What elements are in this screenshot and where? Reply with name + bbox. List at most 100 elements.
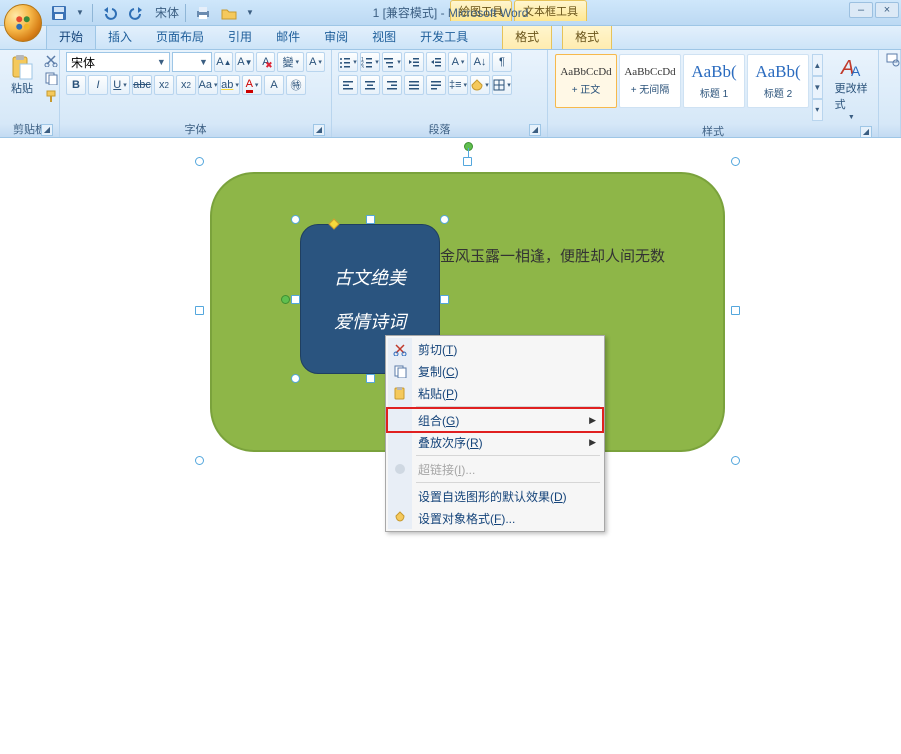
undo-icon[interactable] bbox=[99, 3, 121, 23]
font-size-combo[interactable]: ▼ bbox=[172, 52, 212, 72]
title-bar: ▼ 宋体 ▼ 绘图工具 文本框工具 1 [兼容模式] - Microsoft W… bbox=[0, 0, 901, 26]
resize-handle[interactable] bbox=[291, 215, 300, 224]
enclose-char-button[interactable]: ㊕ bbox=[286, 75, 306, 95]
style-gallery[interactable]: AaBbCcDd+ 正文AaBbCcDd+ 无间隔AaBb(标题 1AaBb(标… bbox=[554, 52, 810, 123]
tab-review[interactable]: 审阅 bbox=[312, 24, 360, 49]
line-spacing-button[interactable]: ‡≡ bbox=[448, 75, 468, 95]
styles-launcher[interactable]: ◢ bbox=[860, 126, 872, 138]
save-icon[interactable] bbox=[48, 3, 70, 23]
distribute-button[interactable] bbox=[426, 75, 446, 95]
ctx-format-object[interactable]: 设置对象格式(F)... bbox=[388, 507, 602, 529]
resize-handle-e[interactable] bbox=[731, 306, 740, 315]
style-scroll-up[interactable]: ▲ bbox=[812, 54, 823, 76]
align-center-button[interactable] bbox=[360, 75, 380, 95]
borders-button[interactable] bbox=[492, 75, 512, 95]
tab-insert[interactable]: 插入 bbox=[96, 24, 144, 49]
resize-handle[interactable] bbox=[440, 295, 449, 304]
resize-handle-sw[interactable] bbox=[195, 456, 204, 465]
cut-button[interactable] bbox=[42, 52, 60, 68]
decrease-indent-button[interactable] bbox=[404, 52, 424, 72]
superscript-button[interactable]: x2 bbox=[176, 75, 196, 95]
resize-handle[interactable] bbox=[291, 295, 300, 304]
qat-dropdown-icon[interactable]: ▼ bbox=[244, 3, 256, 23]
multilevel-list-button[interactable] bbox=[382, 52, 402, 72]
char-border-button[interactable]: A bbox=[306, 52, 325, 72]
strike-button[interactable]: abc bbox=[132, 75, 152, 95]
paragraph-launcher[interactable]: ◢ bbox=[529, 124, 541, 136]
show-marks-button[interactable]: ¶ bbox=[492, 52, 512, 72]
style-card[interactable]: AaBb(标题 1 bbox=[683, 54, 745, 108]
change-case-button[interactable]: Aa bbox=[198, 75, 218, 95]
sort-button[interactable]: A↓ bbox=[470, 52, 490, 72]
style-expand[interactable]: ▾ bbox=[812, 99, 823, 121]
tab-references[interactable]: 引用 bbox=[216, 24, 264, 49]
clipboard-launcher[interactable]: ◢ bbox=[41, 124, 53, 136]
style-scroll-down[interactable]: ▼ bbox=[812, 76, 823, 98]
tab-home[interactable]: 开始 bbox=[46, 23, 96, 49]
justify-button[interactable] bbox=[404, 75, 424, 95]
align-left-button[interactable] bbox=[338, 75, 358, 95]
office-button[interactable] bbox=[4, 4, 42, 42]
style-card[interactable]: AaBbCcDd+ 正文 bbox=[555, 54, 617, 108]
rotate-handle-icon[interactable] bbox=[281, 295, 290, 304]
resize-handle[interactable] bbox=[440, 215, 449, 224]
minimize-button[interactable]: – bbox=[849, 2, 873, 18]
contextual-tab-headers: 绘图工具 文本框工具 bbox=[450, 0, 587, 21]
ctx-order[interactable]: 叠放次序(R)▶ bbox=[388, 431, 602, 453]
format-painter-button[interactable] bbox=[42, 88, 60, 104]
ctx-copy[interactable]: 复制(C) bbox=[388, 360, 602, 382]
text-direction-button[interactable]: A bbox=[448, 52, 468, 72]
underline-button[interactable]: U bbox=[110, 75, 130, 95]
style-card[interactable]: AaBbCcDd+ 无间隔 bbox=[619, 54, 681, 108]
resize-handle[interactable] bbox=[366, 374, 375, 383]
copy-button[interactable] bbox=[42, 70, 60, 86]
copy-icon bbox=[392, 363, 408, 379]
increase-indent-button[interactable] bbox=[426, 52, 446, 72]
ctx-set-default[interactable]: 设置自选图形的默认效果(D) bbox=[388, 485, 602, 507]
find-icon[interactable] bbox=[885, 52, 901, 68]
qat-print-icon[interactable] bbox=[192, 3, 214, 23]
redo-icon[interactable] bbox=[125, 3, 147, 23]
resize-handle-n[interactable] bbox=[463, 157, 472, 166]
resize-handle[interactable] bbox=[366, 215, 375, 224]
italic-button[interactable]: I bbox=[88, 75, 108, 95]
ctx-paste[interactable]: 粘贴(P) bbox=[388, 382, 602, 404]
grow-font-button[interactable]: A▲ bbox=[214, 52, 233, 72]
phonetic-guide-button[interactable]: 變 bbox=[277, 52, 304, 72]
qat-font-label: 宋体 bbox=[155, 4, 179, 21]
ribbon: 粘贴 剪贴板◢ 宋体▼ ▼ A▲ A▼ A✖ 變 A bbox=[0, 50, 901, 138]
resize-handle[interactable] bbox=[291, 374, 300, 383]
font-name-combo[interactable]: 宋体▼ bbox=[66, 52, 170, 72]
bullets-button[interactable] bbox=[338, 52, 358, 72]
close-button[interactable]: × bbox=[875, 2, 899, 18]
document-area[interactable]: 古文绝美 爱情诗词 金风玉露一相逢，便胜却人间无数 bbox=[0, 138, 901, 532]
tab-layout[interactable]: 页面布局 bbox=[144, 24, 216, 49]
tab-format-textbox[interactable]: 格式 bbox=[562, 23, 612, 49]
shading-button[interactable] bbox=[470, 75, 490, 95]
align-right-button[interactable] bbox=[382, 75, 402, 95]
numbering-button[interactable]: 123 bbox=[360, 52, 380, 72]
tab-developer[interactable]: 开发工具 bbox=[408, 24, 480, 49]
qat-open-icon[interactable] bbox=[218, 3, 240, 23]
font-color-button[interactable]: A bbox=[242, 75, 262, 95]
tab-format-draw[interactable]: 格式 bbox=[502, 23, 552, 49]
qat-dropdown-icon[interactable]: ▼ bbox=[74, 3, 86, 23]
tab-view[interactable]: 视图 bbox=[360, 24, 408, 49]
change-styles-button[interactable]: AA 更改样式 ▼ bbox=[831, 52, 872, 123]
shrink-font-button[interactable]: A▼ bbox=[235, 52, 254, 72]
bold-button[interactable]: B bbox=[66, 75, 86, 95]
clear-format-button[interactable]: A✖ bbox=[256, 52, 275, 72]
ctx-cut[interactable]: 剪切(T) bbox=[388, 338, 602, 360]
font-launcher[interactable]: ◢ bbox=[313, 124, 325, 136]
resize-handle-se[interactable] bbox=[731, 456, 740, 465]
style-card[interactable]: AaBb(标题 2 bbox=[747, 54, 809, 108]
resize-handle-w[interactable] bbox=[195, 306, 204, 315]
resize-handle-nw[interactable] bbox=[195, 157, 204, 166]
paste-button[interactable]: 粘贴 bbox=[6, 52, 38, 98]
ctx-group[interactable]: 组合(G)▶ bbox=[388, 409, 602, 431]
highlight-button[interactable]: ab bbox=[220, 75, 240, 95]
resize-handle-ne[interactable] bbox=[731, 157, 740, 166]
subscript-button[interactable]: x2 bbox=[154, 75, 174, 95]
tab-mail[interactable]: 邮件 bbox=[264, 24, 312, 49]
char-shading-button[interactable]: A bbox=[264, 75, 284, 95]
